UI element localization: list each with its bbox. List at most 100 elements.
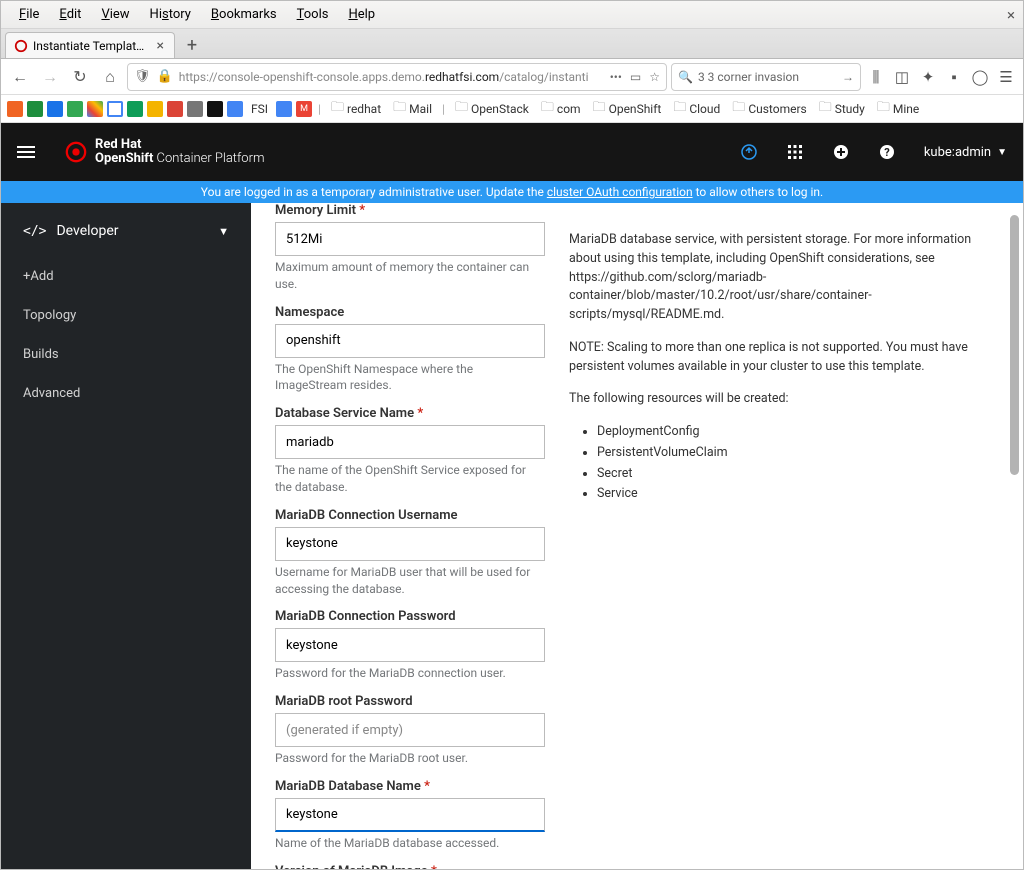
library-icon[interactable]: ⫼ <box>865 66 887 88</box>
sidebar-item-builds[interactable]: Builds <box>1 335 251 374</box>
bookmark-gmail[interactable]: M <box>296 101 312 117</box>
star-icon[interactable]: ☆ <box>649 70 660 84</box>
shield-icon: 🛡 <box>134 69 151 84</box>
help-icon[interactable]: ? <box>878 143 896 161</box>
home-button[interactable]: ⌂ <box>97 64 123 90</box>
bookmark-folder-mine[interactable]: 🗀Mine <box>873 98 923 120</box>
menu-history[interactable]: History <box>140 7 201 22</box>
reload-button[interactable]: ↻ <box>67 64 93 90</box>
back-button[interactable]: ← <box>7 64 33 90</box>
ellipsis-icon[interactable]: ••• <box>610 70 622 84</box>
bookmark-folder-com[interactable]: 🗀com <box>537 98 585 120</box>
account-icon[interactable]: ◯ <box>969 66 991 88</box>
bookmark-icon-7[interactable] <box>127 101 143 117</box>
tab-title: Instantiate Template - Re <box>33 39 150 53</box>
import-icon[interactable] <box>740 143 758 161</box>
conn-password-input[interactable] <box>275 628 545 662</box>
bookmark-folder-customers[interactable]: 🗀Customers <box>728 98 810 120</box>
openshift-favicon <box>14 39 28 53</box>
nav-toggle-button[interactable] <box>17 143 45 161</box>
user-menu[interactable]: kube:admin ▼ <box>924 145 1007 160</box>
conn-password-label: MariaDB Connection Password <box>275 609 545 624</box>
bookmark-icon-2[interactable] <box>27 101 43 117</box>
oauth-config-link[interactable]: cluster OAuth configuration <box>547 185 693 199</box>
db-name-help: Name of the MariaDB database accessed. <box>275 835 545 852</box>
bookmark-folder-openshift[interactable]: 🗀OpenShift <box>589 98 666 120</box>
menu-bookmarks[interactable]: Bookmarks <box>201 7 287 22</box>
resource-item: Secret <box>597 465 999 484</box>
resources-list: DeploymentConfig PersistentVolumeClaim S… <box>569 423 999 504</box>
search-go-icon[interactable]: → <box>842 70 854 84</box>
sidebar-item-advanced[interactable]: Advanced <box>1 374 251 413</box>
sidebar-item-add[interactable]: +Add <box>1 257 251 296</box>
db-name-input[interactable] <box>275 798 545 832</box>
bookmark-icon-4[interactable] <box>67 101 83 117</box>
caret-down-icon: ▼ <box>997 147 1007 158</box>
code-icon: </> <box>23 224 46 239</box>
conn-user-input[interactable] <box>275 527 545 561</box>
forward-button[interactable]: → <box>37 64 63 90</box>
namespace-input[interactable] <box>275 324 545 358</box>
conn-user-label: MariaDB Connection Username <box>275 508 545 523</box>
bookmark-icon-10[interactable] <box>187 101 203 117</box>
brand[interactable]: Red Hat OpenShift Container Platform <box>65 138 265 167</box>
sidebar-icon[interactable]: ◫ <box>891 66 913 88</box>
tab-close-icon[interactable]: × <box>155 38 166 54</box>
search-box[interactable]: 🔍 3 3 corner invasion → <box>671 63 861 91</box>
menu-view[interactable]: View <box>91 7 139 22</box>
window-close-icon[interactable]: × <box>1007 6 1015 24</box>
bookmark-folder-study[interactable]: 🗀Study <box>815 98 869 120</box>
bookmark-icon-12[interactable] <box>227 101 243 117</box>
namespace-help: The OpenShift Namespace where the ImageS… <box>275 361 545 395</box>
plus-icon[interactable] <box>832 143 850 161</box>
menu-tools[interactable]: Tools <box>287 7 339 22</box>
namespace-label: Namespace <box>275 305 545 320</box>
bookmark-folder-mail[interactable]: 🗀Mail <box>389 98 436 120</box>
bookmark-icon-9[interactable] <box>167 101 183 117</box>
sidebar-item-topology[interactable]: Topology <box>1 296 251 335</box>
ext2-icon[interactable]: ▪ <box>943 66 965 88</box>
app-menu-icon[interactable]: ☰ <box>995 66 1017 88</box>
new-tab-button[interactable]: + <box>179 32 205 58</box>
bookmark-fsi[interactable]: FSI <box>247 102 272 116</box>
template-note: NOTE: Scaling to more than one replica i… <box>569 339 999 377</box>
bookmark-icon-6[interactable] <box>107 101 123 117</box>
db-service-name-input[interactable] <box>275 425 545 459</box>
ext1-icon[interactable]: ✦ <box>917 66 939 88</box>
reader-icon[interactable]: ▭ <box>630 70 641 84</box>
bookmark-icon-1[interactable] <box>7 101 23 117</box>
bookmark-icon-5[interactable] <box>87 101 103 117</box>
bookmark-folder-redhat[interactable]: 🗀redhat <box>327 98 385 120</box>
db-name-label: MariaDB Database Name * <box>275 779 545 794</box>
brand-product-bold: OpenShift <box>95 151 153 166</box>
resources-heading: The following resources will be created: <box>569 390 999 409</box>
caret-down-icon: ▼ <box>218 225 229 238</box>
memory-limit-input[interactable] <box>275 222 545 256</box>
bookmark-folder-cloud[interactable]: 🗀Cloud <box>669 98 724 120</box>
bookmark-icon-11[interactable] <box>207 101 223 117</box>
menu-help[interactable]: Help <box>338 7 385 22</box>
db-service-name-help: The name of the OpenShift Service expose… <box>275 462 545 496</box>
app-launcher-icon[interactable] <box>786 143 804 161</box>
root-password-input[interactable] <box>275 713 545 747</box>
root-password-help: Password for the MariaDB root user. <box>275 750 545 767</box>
redhat-logo-icon <box>65 141 87 163</box>
resource-item: DeploymentConfig <box>597 423 999 442</box>
bookmark-bar: FSI M | 🗀redhat 🗀Mail | 🗀OpenStack 🗀com … <box>1 95 1023 123</box>
bookmark-icon-3[interactable] <box>47 101 63 117</box>
memory-limit-help: Maximum amount of memory the container c… <box>275 259 545 293</box>
menu-file[interactable]: File <box>9 7 49 22</box>
perspective-switcher[interactable]: </> Developer ▼ <box>1 215 251 247</box>
bookmark-icon-8[interactable] <box>147 101 163 117</box>
bookmark-icon-13[interactable] <box>276 101 292 117</box>
bookmark-folder-openstack[interactable]: 🗀OpenStack <box>451 98 533 120</box>
url-field[interactable]: 🛡 🔒 https://console-openshift-console.ap… <box>127 63 667 91</box>
masthead: Red Hat OpenShift Container Platform ? k… <box>1 123 1023 181</box>
url-text: https://console-openshift-console.apps.d… <box>179 70 604 84</box>
content-scrollbar[interactable] <box>1008 203 1021 869</box>
main-content: Memory Limit * Maximum amount of memory … <box>251 203 1023 869</box>
menu-edit[interactable]: Edit <box>49 7 91 22</box>
root-password-label: MariaDB root Password <box>275 694 545 709</box>
resource-item: PersistentVolumeClaim <box>597 444 999 463</box>
browser-tab[interactable]: Instantiate Template - Re × <box>5 32 175 58</box>
